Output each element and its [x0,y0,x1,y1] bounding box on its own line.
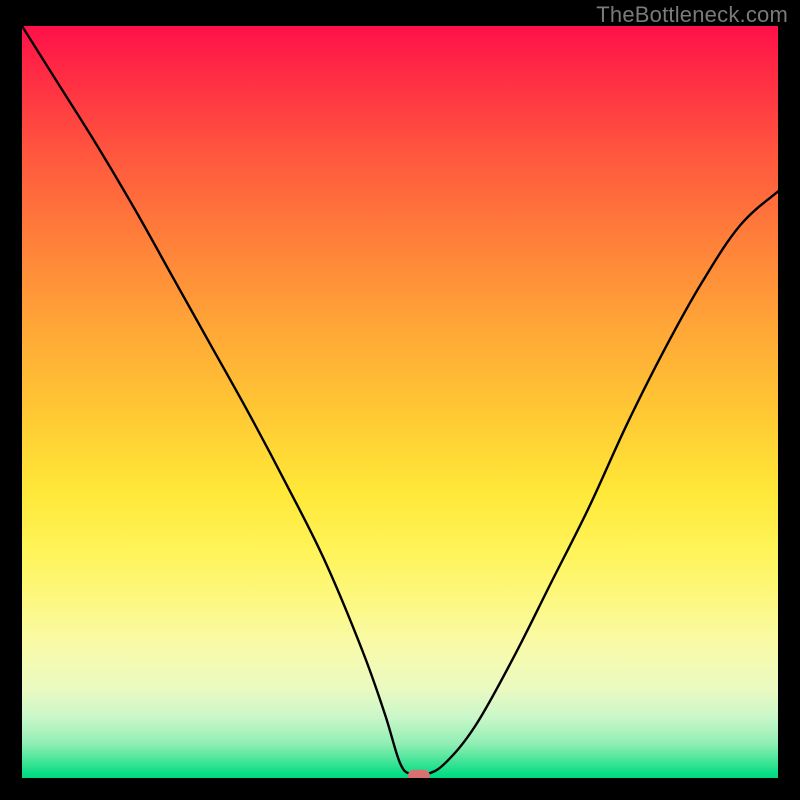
minimum-marker [408,770,430,778]
chart-frame: TheBottleneck.com [0,0,800,800]
bottleneck-curve [22,26,778,776]
curve-layer [22,26,778,778]
plot-area [22,26,778,778]
attribution-text: TheBottleneck.com [596,2,788,28]
